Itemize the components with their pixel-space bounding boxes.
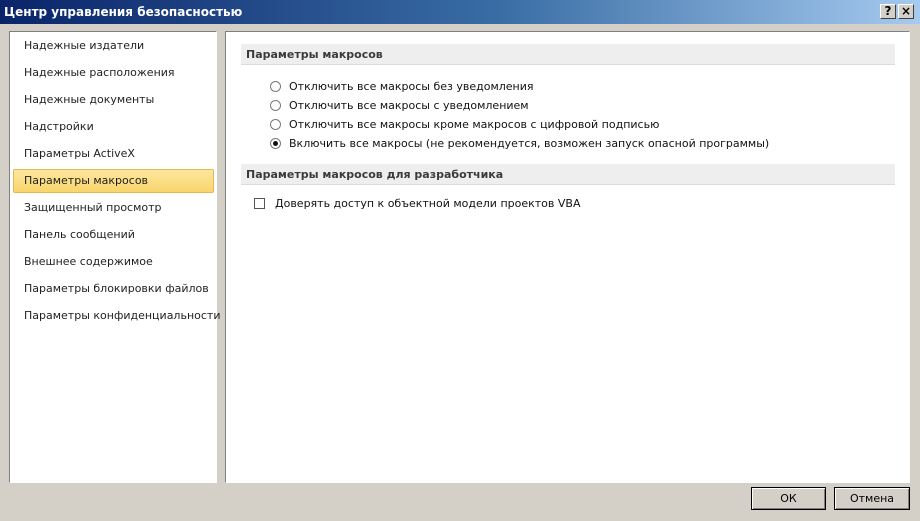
checkbox-label: Доверять доступ к объектной модели проек…: [275, 196, 581, 210]
trust-vba-access-checkbox[interactable]: Доверять доступ к объектной модели проек…: [254, 195, 580, 211]
ok-button[interactable]: ОК: [751, 487, 826, 510]
cancel-button[interactable]: Отмена: [834, 487, 910, 510]
sidebar-item-trusted-publishers[interactable]: Надежные издатели: [13, 34, 214, 58]
option-label: Отключить все макросы без уведомления: [289, 79, 534, 93]
developer-settings-header: Параметры макросов для разработчика: [241, 164, 895, 185]
window-title: Центр управления безопасностью: [4, 5, 243, 19]
option-label: Включить все макросы (не рекомендуется, …: [289, 136, 770, 150]
sidebar-item-external-content[interactable]: Внешнее содержимое: [13, 250, 214, 274]
close-button[interactable]: ×: [898, 4, 914, 19]
sidebar-item-file-block-settings[interactable]: Параметры блокировки файлов: [13, 277, 214, 301]
radio-button-selected-icon[interactable]: [270, 137, 281, 149]
radio-disable-except-signed[interactable]: Отключить все макросы кроме макросов с ц…: [270, 116, 659, 132]
radio-enable-all-macros[interactable]: Включить все макросы (не рекомендуется, …: [270, 135, 769, 151]
radio-button-icon[interactable]: [270, 99, 281, 111]
title-bar: Центр управления безопасностью ? ×: [0, 0, 920, 24]
radio-disable-without-notification[interactable]: Отключить все макросы без уведомления: [270, 78, 534, 94]
sidebar-item-add-ins[interactable]: Надстройки: [13, 115, 214, 139]
sidebar-item-trusted-documents[interactable]: Надежные документы: [13, 88, 214, 112]
main-panel: Параметры макросов Отключить все макросы…: [225, 31, 910, 483]
sidebar-item-protected-view[interactable]: Защищенный просмотр: [13, 196, 214, 220]
help-button[interactable]: ?: [880, 4, 896, 19]
sidebar-item-macro-settings[interactable]: Параметры макросов: [13, 169, 214, 193]
sidebar: Надежные издатели Надежные расположения …: [9, 31, 220, 483]
sidebar-item-privacy-options[interactable]: Параметры конфиденциальности: [13, 304, 220, 328]
radio-button-icon[interactable]: [270, 118, 281, 130]
sidebar-item-trusted-locations[interactable]: Надежные расположения: [13, 61, 214, 85]
option-label: Отключить все макросы кроме макросов с ц…: [289, 117, 660, 131]
sidebar-item-activex-settings[interactable]: Параметры ActiveX: [13, 142, 214, 166]
radio-disable-with-notification[interactable]: Отключить все макросы с уведомлением: [270, 97, 529, 113]
radio-button-icon[interactable]: [270, 80, 281, 92]
sidebar-item-message-bar[interactable]: Панель сообщений: [13, 223, 214, 247]
option-label: Отключить все макросы с уведомлением: [289, 98, 529, 112]
macro-settings-header: Параметры макросов: [241, 44, 895, 65]
checkbox-icon[interactable]: [254, 197, 265, 209]
